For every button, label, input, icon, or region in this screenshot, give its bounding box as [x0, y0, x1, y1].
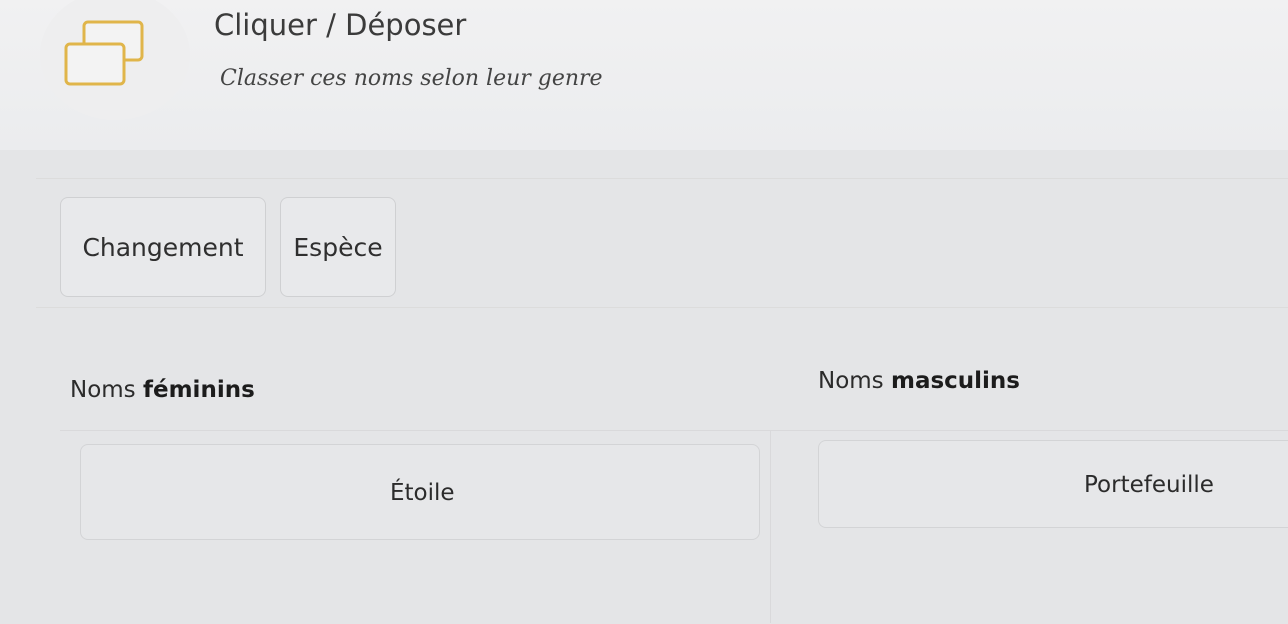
placed-word-etoile[interactable]: Étoile	[390, 480, 455, 506]
categories-divider	[770, 430, 771, 623]
category-label-masculine: Noms masculins	[818, 368, 1020, 394]
category-label-name: féminins	[142, 377, 255, 403]
category-label-prefix: Noms	[70, 377, 136, 403]
word-chip-changement[interactable]: Changement	[60, 197, 266, 297]
word-chip-espece[interactable]: Espèce	[280, 197, 396, 297]
category-label-name: masculins	[890, 368, 1020, 394]
category-label-feminine: Noms féminins	[70, 377, 255, 403]
drag-drop-windows-icon	[64, 20, 144, 86]
category-label-prefix: Noms	[818, 368, 884, 394]
exercise-instruction: Classer ces noms selon leur genre	[220, 66, 603, 91]
drop-zone-masculine[interactable]	[818, 440, 1288, 528]
word-bank: Changement Espèce	[36, 178, 1288, 308]
placed-word-portefeuille[interactable]: Portefeuille	[1084, 472, 1214, 498]
exercise-header	[0, 0, 1288, 150]
exercise-title: Cliquer / Déposer	[214, 8, 467, 42]
